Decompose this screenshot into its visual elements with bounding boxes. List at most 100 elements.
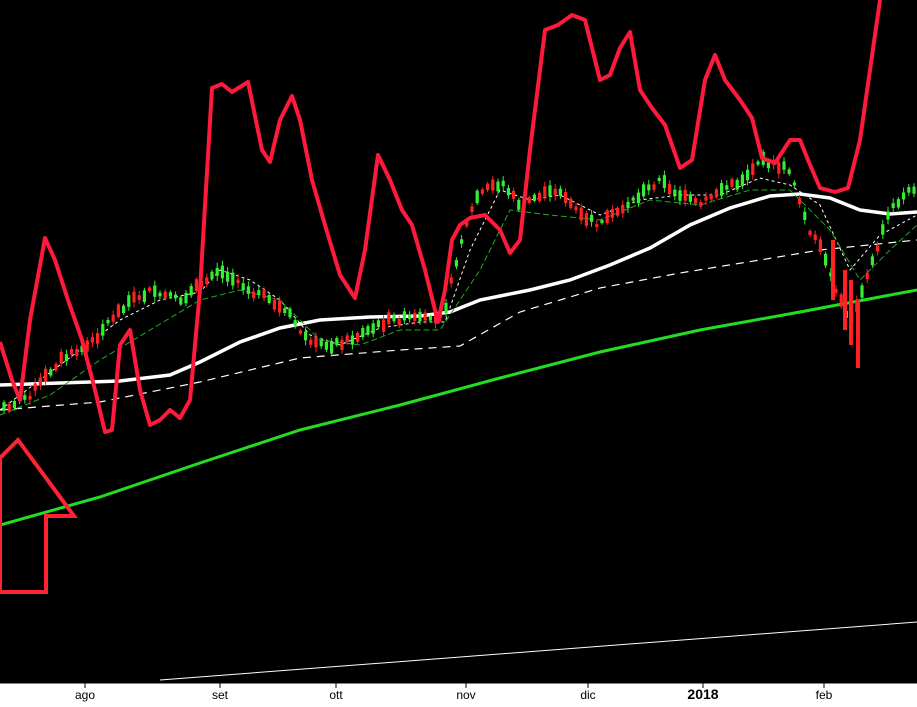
candle-up (444, 302, 448, 314)
candle-up (293, 320, 297, 326)
candle-up (532, 194, 536, 201)
candle-down (423, 312, 427, 321)
candle-down (652, 184, 656, 190)
candle-up (210, 271, 214, 280)
candle-down (813, 234, 817, 241)
candle-up (127, 295, 131, 307)
candle-up (870, 256, 874, 266)
candle-down (569, 198, 573, 208)
chart-background (0, 0, 917, 707)
candle-up (725, 185, 729, 190)
candle-up (720, 183, 724, 196)
candle-down (856, 300, 860, 368)
candle-up (746, 169, 750, 181)
candle-down (96, 332, 100, 344)
candle-down (413, 312, 417, 321)
candle-down (28, 396, 32, 400)
candle-down (272, 299, 276, 310)
candle-up (678, 190, 682, 201)
candle-up (122, 305, 126, 314)
candle-up (501, 180, 505, 187)
candle-down (132, 291, 136, 303)
candle-up (2, 402, 6, 411)
candle-up (319, 340, 323, 347)
candle-up (496, 181, 500, 192)
candle-up (288, 308, 292, 318)
candle-up (168, 292, 172, 297)
candle-down (33, 383, 37, 391)
candle-up (350, 335, 354, 345)
candle-down (480, 189, 484, 194)
candle-down (356, 333, 360, 342)
candle-down (849, 280, 853, 345)
candle-up (688, 194, 692, 202)
candle-up (912, 186, 916, 194)
candle-up (179, 297, 183, 305)
candle-down (798, 198, 802, 205)
candle-up (23, 395, 27, 400)
candle-up (475, 190, 479, 204)
candle-up (106, 320, 110, 324)
candle-down (59, 351, 63, 364)
candle-up (735, 180, 739, 190)
candle-down (7, 403, 11, 412)
candle-down (137, 295, 141, 300)
candle-up (226, 271, 230, 282)
candle-up (896, 199, 900, 208)
candle-up (548, 185, 552, 197)
candle-up (220, 265, 224, 279)
candle-down (262, 289, 266, 299)
candle-up (12, 400, 16, 409)
candle-down (704, 196, 708, 201)
candle-up (517, 199, 521, 210)
candle-up (803, 211, 807, 220)
candle-down (252, 291, 256, 299)
candle-down (610, 209, 614, 218)
candle-down (387, 312, 391, 324)
candle-down (595, 224, 599, 228)
candle-up (860, 285, 864, 298)
candle-up (824, 253, 828, 266)
x-tick-label: feb (816, 688, 833, 702)
candle-up (335, 338, 339, 346)
candle-down (605, 210, 609, 224)
candle-down (543, 186, 547, 197)
candle-up (886, 211, 890, 220)
candle-up (246, 286, 250, 294)
candle-up (361, 328, 365, 338)
candle-up (215, 267, 219, 276)
candle-up (881, 224, 885, 235)
candle-down (714, 189, 718, 198)
candle-down (730, 179, 734, 187)
candle-down (699, 201, 703, 207)
candle-up (153, 285, 157, 297)
candle-down (538, 192, 542, 202)
candle-up (64, 354, 68, 362)
candle-down (616, 207, 620, 216)
candle-up (376, 320, 380, 328)
candle-down (512, 190, 516, 199)
candle-down (38, 377, 42, 386)
candle-down (54, 363, 58, 371)
candle-up (330, 341, 334, 354)
candle-up (460, 239, 464, 244)
x-axis: ago set ott nov dic 2018 feb (0, 682, 917, 707)
candle-down (449, 277, 453, 284)
candle-up (787, 169, 791, 174)
candle-down (777, 162, 781, 174)
candle-up (756, 161, 760, 165)
candle-up (142, 290, 146, 303)
candle-down (44, 368, 48, 382)
candle-up (600, 220, 604, 224)
candle-down (579, 207, 583, 221)
candle-down (111, 314, 115, 322)
candle-down (584, 213, 588, 226)
candle-up (782, 161, 786, 170)
candle-up (642, 184, 646, 197)
candle-down (751, 163, 755, 176)
candle-up (366, 326, 370, 335)
candle-down (298, 330, 302, 334)
candle-down (574, 206, 578, 211)
candle-up (49, 369, 53, 376)
candle-up (174, 294, 178, 299)
